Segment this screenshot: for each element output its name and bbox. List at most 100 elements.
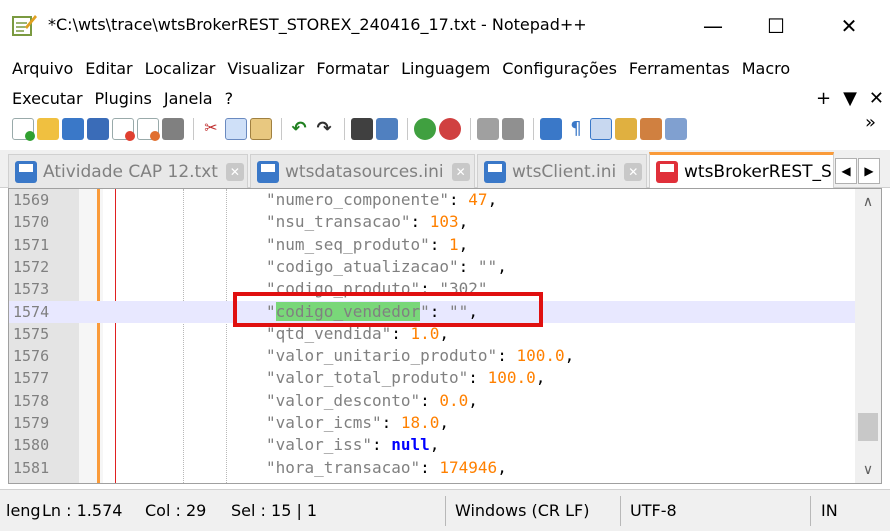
new-file-icon[interactable] xyxy=(12,118,35,141)
tab-close-icon[interactable]: ✕ xyxy=(624,162,643,181)
json-key: "valor_desconto" xyxy=(266,390,421,410)
replace-icon[interactable] xyxy=(376,118,398,140)
file-saved-icon xyxy=(257,160,279,183)
json-comma: , xyxy=(458,212,469,232)
tab-close-icon[interactable]: ✕ xyxy=(451,162,470,181)
tab-label: wtsBrokerREST_S xyxy=(684,161,832,182)
toolbar-overflow-icon[interactable]: » xyxy=(865,112,876,133)
editor-area[interactable]: 1569 "numero_componente": 47, 1570 "nsu_tra… xyxy=(8,188,882,484)
doc-map-icon[interactable] xyxy=(640,118,662,140)
code-line[interactable]: 1569 "numero_componente": 47, xyxy=(9,189,857,211)
status-encoding[interactable]: UTF-8 xyxy=(630,501,677,520)
zoom-out-icon[interactable] xyxy=(439,118,461,140)
menu-plugins[interactable]: Plugins xyxy=(89,89,158,108)
json-comma: , xyxy=(439,413,450,432)
line-number: 1579 xyxy=(13,414,50,432)
tab-wtsbrokerrest[interactable]: wtsBrokerREST_S xyxy=(649,152,834,188)
new-tab-button[interactable]: + xyxy=(816,88,831,109)
find-icon[interactable] xyxy=(351,118,373,140)
code-line[interactable]: 1571 "num_seq_produto": 1, xyxy=(9,234,857,256)
line-number: 1577 xyxy=(13,369,50,388)
save-icon[interactable] xyxy=(62,118,84,140)
code-line[interactable]: 1576 "valor_unitario_produto": 100.0, xyxy=(9,345,857,367)
code-line[interactable]: 1580 "valor_iss": null, xyxy=(9,434,857,456)
paste-icon[interactable] xyxy=(250,118,272,140)
line-number: 1570 xyxy=(13,213,50,232)
sync-vertical-icon[interactable] xyxy=(477,118,499,140)
status-column: Col : 29 xyxy=(145,501,207,520)
show-all-chars-icon[interactable]: ¶ xyxy=(565,118,587,140)
menu-configuracoes[interactable]: Configurações xyxy=(496,59,623,78)
close-icon[interactable] xyxy=(112,118,135,141)
json-comma: , xyxy=(487,190,498,209)
code-line[interactable]: 1579 "valor_icms": 18.0, xyxy=(9,412,857,434)
word-wrap-icon[interactable] xyxy=(540,118,562,140)
scroll-thumb[interactable] xyxy=(858,413,878,441)
save-all-icon[interactable] xyxy=(87,118,109,140)
zoom-in-icon[interactable] xyxy=(414,118,436,140)
status-length: leng xyxy=(6,501,41,520)
menu-visualizar[interactable]: Visualizar xyxy=(221,59,310,78)
open-file-icon[interactable] xyxy=(37,118,59,140)
user-lang-icon[interactable] xyxy=(615,118,637,140)
menu-formatar[interactable]: Formatar xyxy=(310,59,395,78)
vertical-scrollbar[interactable]: ∧ ∨ xyxy=(855,189,881,483)
scroll-up-icon[interactable]: ∧ xyxy=(855,191,881,213)
code-text: "num_seq_produto": 1, xyxy=(266,235,468,254)
menu-macro[interactable]: Macro xyxy=(736,59,796,78)
cut-icon[interactable]: ✂ xyxy=(200,118,222,140)
scroll-down-icon[interactable]: ∨ xyxy=(855,459,881,481)
tab-atividade[interactable]: Atividade CAP 12.txt ✕ xyxy=(8,154,248,188)
code-line[interactable]: 1570 "nsu_transacao": 103, xyxy=(9,211,857,233)
status-separator xyxy=(445,496,446,526)
close-doc-button[interactable]: ✕ xyxy=(869,88,884,109)
json-separator: : xyxy=(449,190,469,209)
status-insert-mode[interactable]: IN xyxy=(821,501,838,520)
menu-linguagem[interactable]: Linguagem xyxy=(395,59,496,78)
menu-row-1: Arquivo Editar Localizar Visualizar Form… xyxy=(6,54,796,82)
toolbar-separator xyxy=(407,118,408,140)
line-number: 1573 xyxy=(13,280,50,299)
function-list-icon[interactable] xyxy=(665,118,687,140)
redo-icon[interactable]: ↷ xyxy=(313,118,335,140)
tab-wtsdatasources[interactable]: wtsdatasources.ini ✕ xyxy=(250,154,475,188)
menu-arquivo[interactable]: Arquivo xyxy=(6,59,79,78)
json-value: 1 xyxy=(449,234,459,254)
json-value: 100.0 xyxy=(516,346,565,366)
line-number: 1575 xyxy=(13,324,50,343)
code-line[interactable]: 1581 "hora_transacao": 174946, xyxy=(9,457,857,479)
tab-wtsclient[interactable]: wtsClient.ini ✕ xyxy=(477,154,647,188)
code-text: "hora_transacao": 174946, xyxy=(266,458,507,477)
json-comma: , xyxy=(458,234,469,254)
code-line[interactable]: 1577 "valor_total_produto": 100.0, xyxy=(9,367,857,389)
maximize-button[interactable]: ☐ xyxy=(753,10,799,42)
status-eol[interactable]: Windows (CR LF) xyxy=(455,501,589,520)
doc-list-dropdown[interactable]: ▼ xyxy=(843,88,857,109)
code-line[interactable]: 1578 "valor_desconto": 0.0, xyxy=(9,390,857,412)
menu-editar[interactable]: Editar xyxy=(79,59,138,78)
tab-scroll-left-button[interactable]: ◀ xyxy=(835,158,857,184)
json-value: 47 xyxy=(468,190,488,209)
undo-icon[interactable]: ↶ xyxy=(288,118,310,140)
menu-localizar[interactable]: Localizar xyxy=(139,59,222,78)
close-window-button[interactable]: ✕ xyxy=(826,10,872,42)
tab-close-icon[interactable]: ✕ xyxy=(225,162,244,181)
json-key: "hora_transacao" xyxy=(266,457,421,477)
copy-icon[interactable] xyxy=(225,118,247,140)
close-all-icon[interactable] xyxy=(137,118,160,141)
file-saved-icon xyxy=(15,160,37,183)
sync-horizontal-icon[interactable] xyxy=(502,118,524,140)
minimize-button[interactable]: — xyxy=(690,10,736,42)
indent-guide-icon[interactable] xyxy=(590,118,612,140)
menu-janela[interactable]: Janela xyxy=(158,89,219,108)
tab-scroll-right-button[interactable]: ▶ xyxy=(858,158,880,184)
highlight-annotation-box xyxy=(233,292,543,327)
code-line[interactable]: 1572 "codigo_atualizacao": "", xyxy=(9,256,857,278)
file-saved-icon xyxy=(484,160,506,183)
menu-ferramentas[interactable]: Ferramentas xyxy=(623,59,736,78)
line-number: 1581 xyxy=(13,458,50,477)
menu-help[interactable]: ? xyxy=(219,89,240,108)
menu-executar[interactable]: Executar xyxy=(6,89,89,108)
json-comma: , xyxy=(497,256,507,276)
print-icon[interactable] xyxy=(162,118,184,140)
